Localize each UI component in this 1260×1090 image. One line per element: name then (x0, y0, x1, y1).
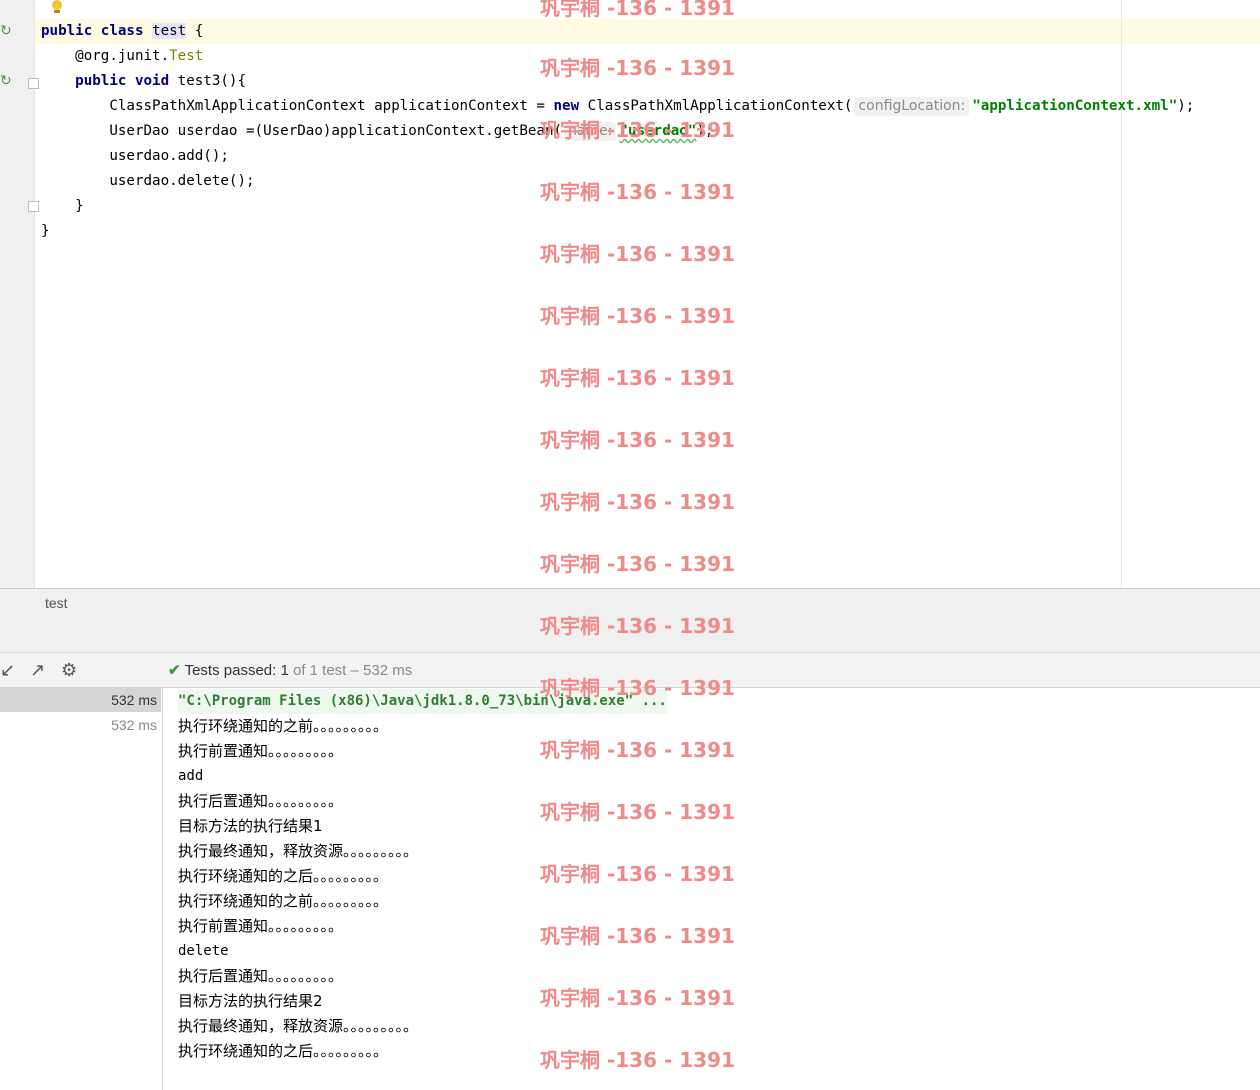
console-line: 执行环绕通知的之前。。。。。。。。。 (178, 892, 389, 910)
code-line: userdao.add(); (109, 148, 229, 164)
console-line: "C:\Program Files (x86)\Java\jdk1.8.0_73… (178, 689, 667, 714)
check-icon: ✔ (168, 662, 181, 679)
run-panel-header (0, 618, 1260, 653)
test-status: ✔ Tests passed: 1 of 1 test – 532 ms (168, 662, 413, 679)
console-line: 执行环绕通知的之后。。。。。。。。。 (178, 1042, 389, 1060)
collapse-icon[interactable]: ↙ (0, 660, 15, 681)
test-tree-row[interactable]: 532 ms (0, 688, 161, 712)
console-line: 执行最终通知，释放资源。。。。。。。。。 (178, 842, 419, 860)
console-line: delete (178, 943, 229, 959)
code-line: ClassPathXmlApplicationContext applicati… (109, 97, 1195, 116)
console-line: 目标方法的执行结果1 (178, 817, 323, 835)
code-editor[interactable]: ↻ ↻ public class test { @org.junit.Test … (0, 0, 1260, 588)
source-code: public class test { @org.junit.Test publ… (41, 19, 1194, 244)
fold-marker-end-icon[interactable] (28, 201, 39, 212)
console-line: 执行环绕通知的之后。。。。。。。。。 (178, 867, 389, 885)
console-line: 执行环绕通知的之前。。。。。。。。。 (178, 717, 389, 735)
console-line: add (178, 768, 204, 784)
settings-icon[interactable]: ⚙ (61, 660, 77, 681)
console-line: 执行后置通知。。。。。。。。。 (178, 967, 344, 985)
lightbulb-icon[interactable] (51, 0, 63, 14)
parameter-hint: name: (564, 122, 617, 141)
code-line: public void test3(){ (75, 73, 247, 89)
code-line: @org.junit.Test (41, 44, 1194, 69)
run-test-method-icon[interactable]: ↻ (0, 72, 12, 89)
run-test-icon[interactable]: ↻ (0, 22, 12, 39)
test-tree-row[interactable]: 532 ms (0, 713, 161, 737)
test-tree: 532 ms 532 ms (0, 688, 163, 1090)
console-line: 执行前置通知。。。。。。。。。 (178, 742, 344, 760)
code-line: } (75, 198, 84, 214)
editor-breadcrumb-bar: test (0, 588, 1260, 619)
code-line: UserDao userdao =(UserDao)applicationCon… (109, 122, 714, 141)
fold-marker-icon[interactable] (28, 78, 39, 89)
code-line: public class test { (41, 23, 204, 39)
console-output[interactable]: "C:\Program Files (x86)\Java\jdk1.8.0_73… (178, 689, 667, 1064)
parameter-hint: configLocation: (854, 97, 970, 116)
class-name: test (152, 23, 187, 39)
annotation: @org.junit.Test (75, 48, 204, 64)
export-icon[interactable]: ↗ (30, 660, 45, 681)
console-line: 执行前置通知。。。。。。。。。 (178, 917, 344, 935)
code-line: } (41, 223, 50, 239)
breadcrumb-class[interactable]: test (45, 595, 68, 611)
console-line: 执行最终通知，释放资源。。。。。。。。。 (178, 1017, 419, 1035)
console-line: 执行后置通知。。。。。。。。。 (178, 792, 344, 810)
console-line: 目标方法的执行结果2 (178, 992, 323, 1010)
code-line: userdao.delete(); (109, 173, 255, 189)
run-toolbar: ↙ ↗ ⚙ ✔ Tests passed: 1 of 1 test – 532 m… (0, 653, 1260, 688)
